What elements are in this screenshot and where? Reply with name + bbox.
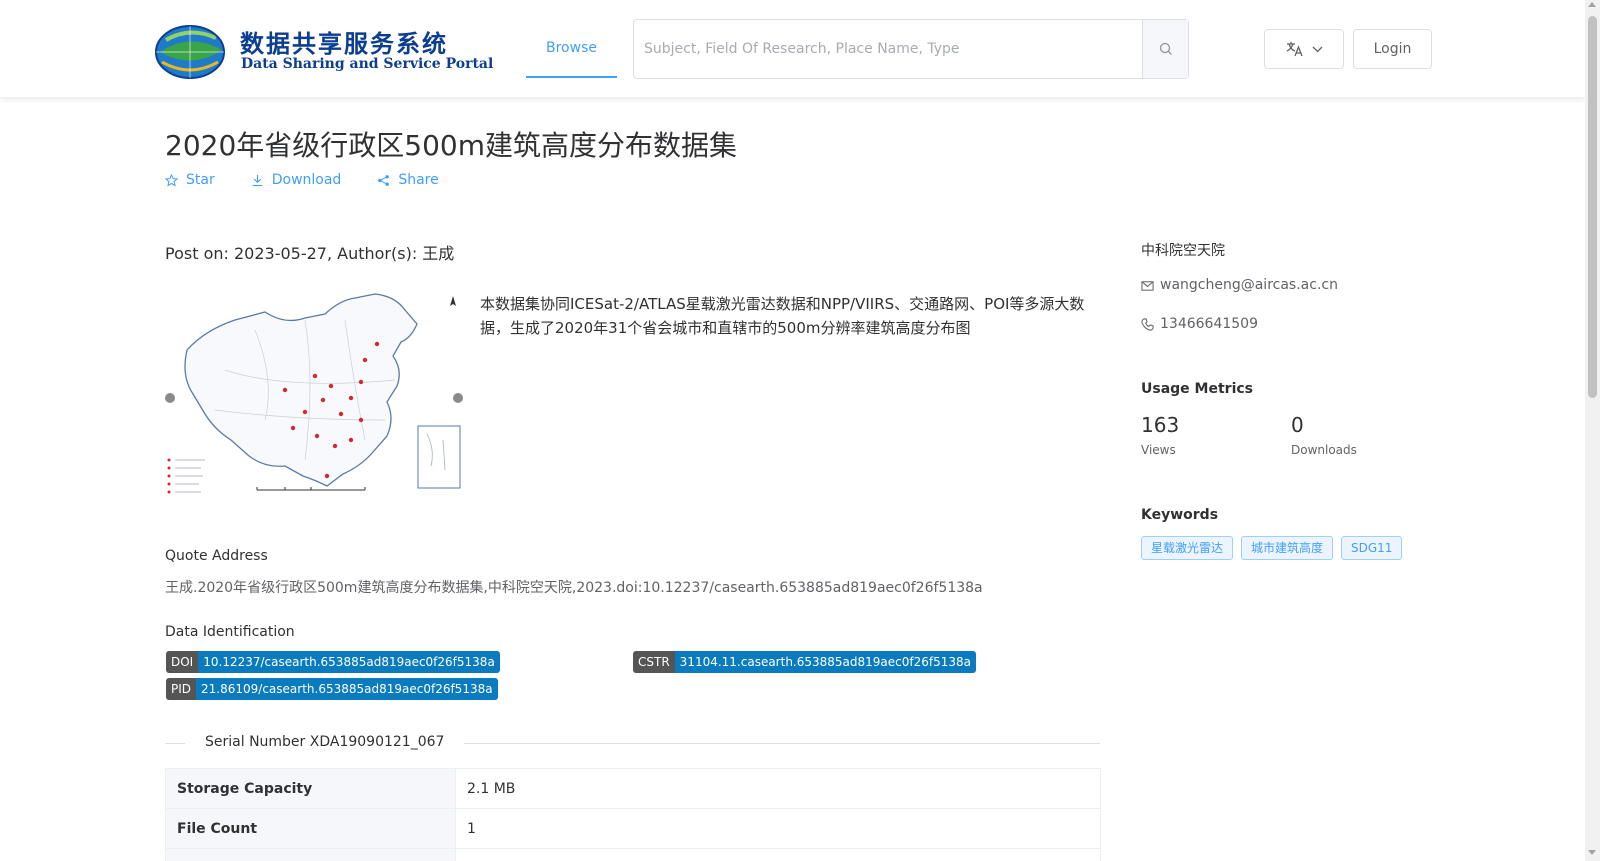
search-icon	[1159, 42, 1172, 55]
carousel-prev-button[interactable]	[165, 393, 175, 403]
chevron-down-icon	[1312, 46, 1322, 52]
language-switch-button[interactable]	[1264, 29, 1344, 69]
contact-phone[interactable]: 13466641509	[1141, 316, 1258, 332]
phone-text: 13466641509	[1160, 316, 1258, 332]
star-icon	[165, 173, 178, 187]
divider-line	[165, 743, 185, 744]
site-logo[interactable]: 数据共享服务系统 Data Sharing and Service Portal	[152, 20, 493, 82]
usage-metrics-title: Usage Metrics	[1141, 381, 1253, 397]
pid-tag[interactable]: PID 21.86109/casearth.653885ad819aec0f26…	[166, 678, 498, 700]
views-label: Views	[1141, 443, 1176, 457]
mail-icon	[1141, 280, 1154, 291]
pid-key: PID	[166, 678, 197, 700]
china-map-thumbnail	[165, 290, 465, 506]
share-label: Share	[398, 172, 439, 188]
cstr-value: 31104.11.casearth.653885ad819aec0f26f513…	[674, 651, 977, 673]
tab-browse[interactable]: Browse	[526, 20, 617, 78]
downloads-label: Downloads	[1291, 443, 1357, 457]
logo-title-cn: 数据共享服务系统	[240, 29, 448, 58]
download-label: Download	[271, 172, 342, 188]
serial-number: Serial Number XDA19090121_067	[205, 734, 445, 750]
globe-logo-icon	[155, 25, 225, 79]
search-button[interactable]	[1142, 20, 1188, 78]
star-button[interactable]: Star	[165, 172, 215, 188]
cstr-tag[interactable]: CSTR 31104.11.casearth.653885ad819aec0f2…	[633, 651, 977, 673]
table-key: File Count	[165, 808, 456, 849]
dataset-meta-table: Storage Capacity 2.1 MB File Count 1	[165, 768, 1101, 861]
organization-name: 中科院空天院	[1141, 243, 1225, 259]
dataset-description: 本数据集协同ICESat-2/ATLAS星载激光雷达数据和NPP/VIIRS、交…	[480, 295, 1085, 337]
table-row	[165, 848, 1101, 861]
quote-address-text: 王成.2020年省级行政区500m建筑高度分布数据集,中科院空天院,2023.d…	[165, 580, 983, 596]
table-value	[455, 848, 1101, 861]
quote-address-label: Quote Address	[165, 548, 268, 564]
divider-line	[464, 743, 1100, 744]
dataset-title: 2020年省级行政区500m建筑高度分布数据集	[165, 129, 737, 162]
top-header: 数据共享服务系统 Data Sharing and Service Portal…	[0, 0, 1585, 98]
dataset-actions: Star Download Share	[165, 172, 475, 188]
search-box	[633, 19, 1189, 79]
logo-title-en: Data Sharing and Service Portal	[241, 56, 494, 72]
scroll-down-arrow[interactable]	[1588, 850, 1596, 855]
carousel-next-button[interactable]	[453, 393, 463, 403]
data-identification-label: Data Identification	[165, 624, 295, 640]
page-scrollbar[interactable]	[1585, 0, 1600, 861]
downloads-count: 0	[1291, 413, 1304, 437]
scroll-thumb[interactable]	[1588, 16, 1597, 398]
cstr-key: CSTR	[633, 651, 675, 673]
download-icon	[252, 174, 262, 186]
translate-icon	[1286, 42, 1303, 57]
table-row: File Count 1	[165, 808, 1101, 849]
table-value: 1	[455, 808, 1101, 849]
scroll-up-arrow[interactable]	[1588, 2, 1596, 7]
phone-icon	[1141, 317, 1154, 331]
table-key	[165, 848, 456, 861]
pid-value: 21.86109/casearth.653885ad819aec0f26f513…	[196, 678, 498, 700]
doi-tag[interactable]: DOI 10.12237/casearth.653885ad819aec0f26…	[166, 651, 500, 673]
post-info: Post on: 2023-05-27, Author(s): 王成	[165, 244, 455, 263]
login-button[interactable]: Login	[1353, 29, 1432, 69]
email-text: wangcheng@aircas.ac.cn	[1160, 277, 1338, 293]
table-row: Storage Capacity 2.1 MB	[165, 768, 1101, 809]
keyword-tag[interactable]: SDG11	[1341, 536, 1403, 560]
keyword-tag[interactable]: 星载激光雷达	[1141, 536, 1234, 560]
keyword-tag[interactable]: 城市建筑高度	[1241, 536, 1334, 560]
views-count: 163	[1141, 413, 1180, 437]
search-input[interactable]	[634, 20, 1142, 78]
share-button[interactable]: Share	[377, 172, 439, 188]
contact-email[interactable]: wangcheng@aircas.ac.cn	[1141, 277, 1338, 293]
serial-number-divider: Serial Number XDA19090121_067	[165, 734, 1100, 754]
star-label: Star	[186, 172, 215, 188]
doi-key: DOI	[166, 651, 199, 673]
doi-value: 10.12237/casearth.653885ad819aec0f26f513…	[198, 651, 500, 673]
image-carousel[interactable]	[165, 290, 465, 506]
table-value: 2.1 MB	[455, 768, 1101, 809]
share-icon	[378, 174, 390, 186]
download-button[interactable]: Download	[251, 172, 342, 188]
table-key: Storage Capacity	[165, 768, 456, 809]
keywords-title: Keywords	[1141, 507, 1219, 523]
